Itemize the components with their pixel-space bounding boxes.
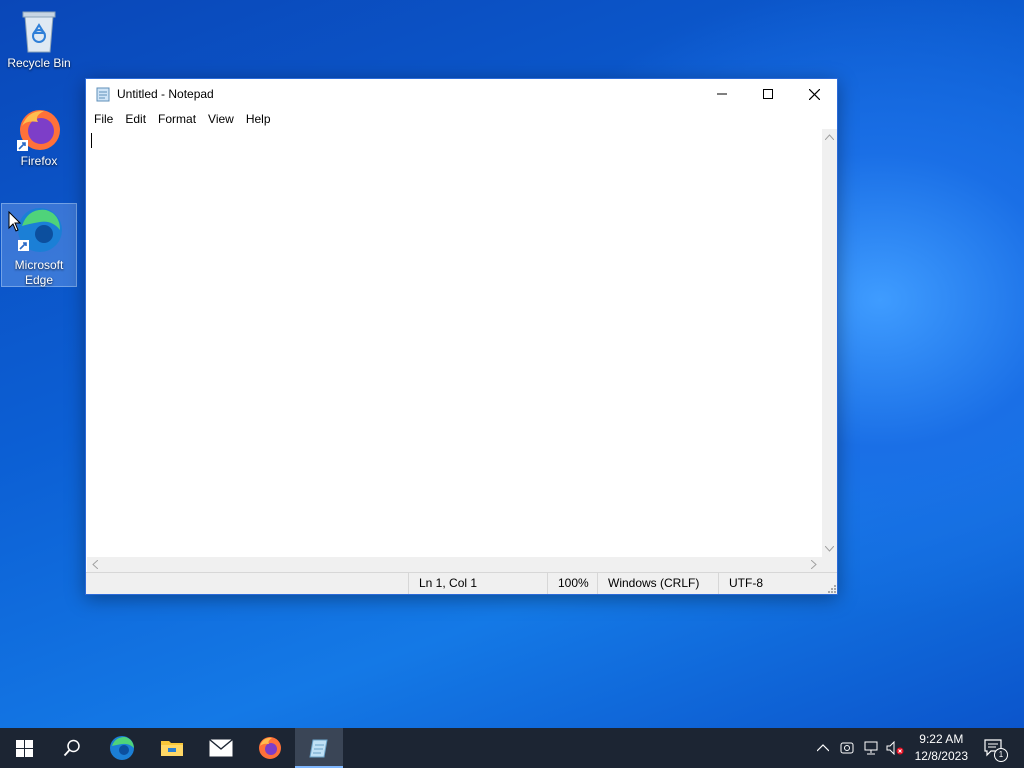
clock[interactable]: 9:22 AM 12/8/2023: [915, 731, 968, 765]
firefox-icon: [17, 110, 60, 151]
volume-button[interactable]: [885, 738, 905, 758]
taskbar-edge[interactable]: [98, 728, 146, 768]
window-title: Untitled - Notepad: [117, 87, 214, 101]
vertical-scrollbar[interactable]: [822, 129, 837, 557]
menu-format[interactable]: Format: [153, 112, 201, 126]
menu-help[interactable]: Help: [241, 112, 276, 126]
taskbar-file-explorer[interactable]: [148, 728, 196, 768]
notification-count-badge: 1: [994, 748, 1008, 762]
menu-view[interactable]: View: [203, 112, 239, 126]
network-button[interactable]: [861, 738, 881, 758]
taskbar-notepad[interactable]: [295, 728, 343, 768]
close-icon: [808, 88, 820, 100]
taskbar-firefox[interactable]: [246, 728, 294, 768]
close-button[interactable]: [791, 79, 837, 109]
desktop-icon-label: Firefox: [20, 154, 58, 168]
text-editor[interactable]: [87, 129, 822, 557]
meet-now-button[interactable]: [837, 738, 857, 758]
notepad-app-icon: [96, 87, 110, 102]
mouse-cursor-icon: [8, 211, 22, 232]
desktop-icon-recycle-bin[interactable]: Recycle Bin: [2, 8, 76, 71]
desktop-icon-label: Recycle Bin: [7, 56, 71, 70]
scroll-up-icon: [825, 134, 834, 140]
taskbar-mail[interactable]: [197, 728, 245, 768]
scroll-left-icon: [92, 560, 98, 569]
start-button[interactable]: [0, 728, 48, 768]
firefox-icon: [259, 737, 281, 759]
folder-icon: [161, 741, 183, 756]
status-bar: Ln 1, Col 1 100% Windows (CRLF) UTF-8: [86, 572, 837, 594]
notepad-window: Untitled - Notepad File Edit Format View…: [85, 78, 838, 595]
taskbar: 9:22 AM 12/8/2023 1: [0, 728, 1024, 768]
status-position: Ln 1, Col 1: [408, 573, 547, 594]
text-caret: [91, 133, 92, 148]
chevron-up-icon: [817, 744, 829, 752]
camera-icon: [840, 742, 854, 754]
status-zoom: 100%: [547, 573, 597, 594]
show-hidden-icons-button[interactable]: [813, 738, 833, 758]
menu-bar: File Edit Format View Help: [86, 109, 837, 128]
scroll-right-icon: [811, 560, 817, 569]
desktop-icon-firefox[interactable]: Firefox: [2, 106, 76, 169]
network-icon: [864, 741, 878, 755]
scrollbar-corner: [822, 557, 837, 572]
clock-time: 9:22 AM: [919, 732, 964, 746]
status-line-ending: Windows (CRLF): [597, 573, 718, 594]
search-icon: [63, 739, 80, 757]
title-bar[interactable]: Untitled - Notepad: [86, 79, 837, 109]
resize-grip-icon[interactable]: [826, 583, 836, 593]
mail-icon: [209, 739, 233, 757]
notifications-button[interactable]: 1: [982, 738, 1008, 762]
windows-logo-icon: [15, 739, 33, 757]
notepad-icon: [309, 739, 328, 758]
horizontal-scrollbar[interactable]: [87, 557, 822, 572]
volume-muted-icon: [886, 741, 904, 755]
maximize-button[interactable]: [745, 79, 791, 109]
search-button[interactable]: [48, 728, 96, 768]
edge-icon: [110, 736, 134, 760]
menu-edit[interactable]: Edit: [120, 112, 151, 126]
clock-date: 12/8/2023: [914, 749, 968, 763]
recycle-bin-icon: [22, 11, 56, 53]
minimize-icon: [717, 93, 727, 95]
desktop-icon-label: Microsoft Edge: [14, 258, 64, 287]
maximize-icon: [763, 89, 773, 99]
minimize-button[interactable]: [699, 79, 745, 109]
status-encoding: UTF-8: [718, 573, 837, 594]
menu-file[interactable]: File: [89, 112, 118, 126]
scroll-down-icon: [825, 546, 834, 552]
